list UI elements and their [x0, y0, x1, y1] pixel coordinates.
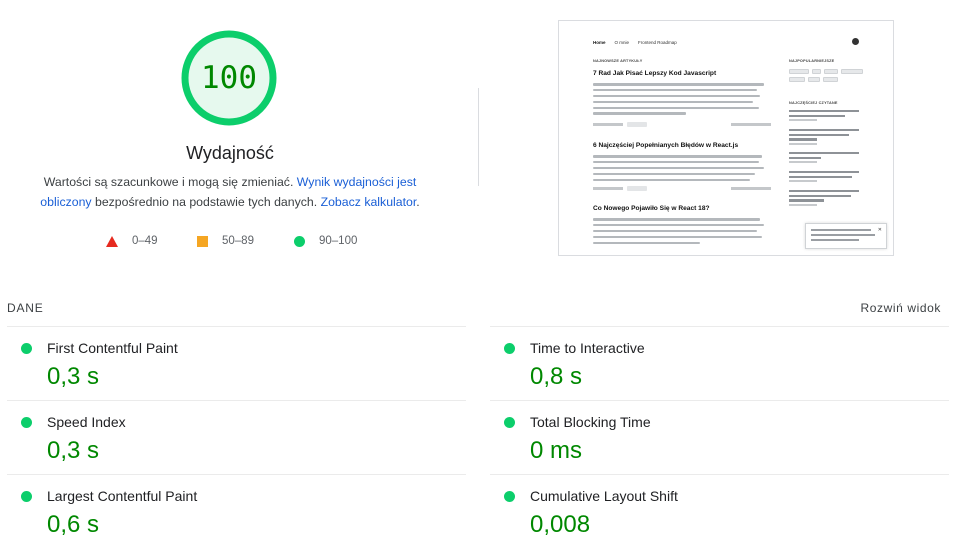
metric-title: First Contentful Paint — [47, 340, 178, 356]
thumb-tag-cloud — [789, 69, 865, 82]
vertical-divider — [478, 88, 479, 186]
thumb-nav-home: Home — [593, 40, 606, 45]
thumb-nav-about: O mnie — [614, 40, 630, 45]
description-text-3: . — [416, 194, 420, 209]
thumb-nav-roadmap: Frontend Roadmap — [638, 40, 677, 45]
metric-value: 0,3 s — [47, 437, 100, 464]
thumb-article-excerpt-3 — [593, 218, 771, 247]
legend-pass: 90–100 — [294, 233, 357, 249]
pass-circle-icon — [504, 491, 515, 502]
metrics-section-title: DANE — [7, 301, 44, 315]
thumb-article-excerpt-1 — [593, 83, 771, 118]
metric-value: 0,6 s — [47, 511, 100, 538]
thumb-article-title-1: 7 Rad Jak Pisać Lepszy Kod Javascript — [593, 70, 717, 77]
thumb-section-latest: NAJNOWSZE ARTYKUŁY — [593, 59, 643, 63]
metric-largest-contentful-paint: Largest Contentful Paint 0,6 s — [7, 474, 466, 547]
metric-title: Total Blocking Time — [530, 414, 651, 430]
metric-value: 0,3 s — [47, 363, 100, 390]
thumb-article-title-3: Co Nowego Pojawiło Się w React 18? — [593, 205, 710, 212]
thumb-section-most-read: NAJCZĘŚCIEJ CZYTANE — [789, 101, 838, 105]
thumb-popular-item-5 — [789, 190, 859, 206]
page-screenshot-thumbnail[interactable]: Home O mnie Frontend Roadmap NAJNOWSZE A… — [558, 20, 894, 256]
pass-circle-icon — [21, 491, 32, 502]
metric-value: 0 ms — [530, 437, 583, 464]
triangle-icon — [106, 235, 118, 247]
screenshot-content: Home O mnie Frontend Roadmap NAJNOWSZE A… — [565, 29, 889, 255]
pass-circle-icon — [21, 417, 32, 428]
description-text-1: Wartości są szacunkowe i mogą się zmieni… — [43, 175, 297, 189]
metric-title: Speed Index — [47, 414, 126, 430]
metric-value: 0,008 — [530, 511, 591, 538]
score-value: 100 — [201, 60, 257, 96]
thumb-article-meta-2 — [593, 186, 771, 192]
calculator-link[interactable]: Zobacz kalkulator — [321, 195, 417, 209]
score-description: Wartości są szacunkowe i mogą się zmieni… — [36, 173, 424, 212]
metric-cumulative-layout-shift: Cumulative Layout Shift 0,008 — [490, 474, 949, 547]
metric-title: Largest Contentful Paint — [47, 488, 198, 504]
metric-total-blocking-time: Total Blocking Time 0 ms — [490, 400, 949, 474]
performance-score-gauge: 100 — [181, 30, 277, 126]
metric-speed-index: Speed Index 0,3 s — [7, 400, 466, 474]
thumb-article-excerpt-2 — [593, 155, 771, 184]
thumb-close-icon: ✕ — [877, 227, 882, 233]
expand-view-button[interactable]: Rozwiń widok — [860, 301, 941, 315]
description-text-2: bezpośrednio na podstawie tych danych. — [91, 194, 321, 209]
thumb-nav: Home O mnie Frontend Roadmap — [593, 40, 677, 45]
legend-pass-label: 90–100 — [319, 235, 358, 247]
thumb-popular-item-4 — [789, 171, 859, 183]
metric-first-contentful-paint: First Contentful Paint 0,3 s — [7, 326, 466, 400]
score-legend: 0–49 50–89 90–100 — [0, 233, 460, 249]
pass-circle-icon — [504, 417, 515, 428]
metrics-column-right: Time to Interactive 0,8 s Total Blocking… — [490, 326, 949, 547]
thumb-cookie-banner: ✕ — [805, 223, 887, 249]
square-icon — [197, 235, 208, 247]
legend-average-label: 50–89 — [222, 235, 254, 247]
metric-title: Cumulative Layout Shift — [530, 488, 678, 504]
legend-fail: 0–49 — [106, 233, 158, 249]
thumb-popular-item-1 — [789, 110, 859, 122]
legend-average: 50–89 — [197, 233, 254, 249]
legend-fail-label: 0–49 — [132, 235, 158, 247]
metric-title: Time to Interactive — [530, 340, 645, 356]
thumb-theme-toggle-icon — [852, 38, 859, 45]
category-title: Wydajność — [186, 143, 274, 163]
thumb-article-meta-1 — [593, 122, 771, 128]
circle-icon — [294, 235, 305, 247]
metric-time-to-interactive: Time to Interactive 0,8 s — [490, 326, 949, 400]
metrics-column-left: First Contentful Paint 0,3 s Speed Index… — [7, 326, 466, 547]
thumb-section-popular: NAJPOPULARNIEJSZE — [789, 59, 835, 63]
thumb-popular-item-2 — [789, 129, 859, 145]
thumb-popular-item-3 — [789, 152, 859, 164]
pass-circle-icon — [21, 343, 32, 354]
thumb-article-title-2: 6 Najczęściej Popełnianych Błędów w Reac… — [593, 142, 739, 149]
pass-circle-icon — [504, 343, 515, 354]
metric-value: 0,8 s — [530, 363, 583, 390]
